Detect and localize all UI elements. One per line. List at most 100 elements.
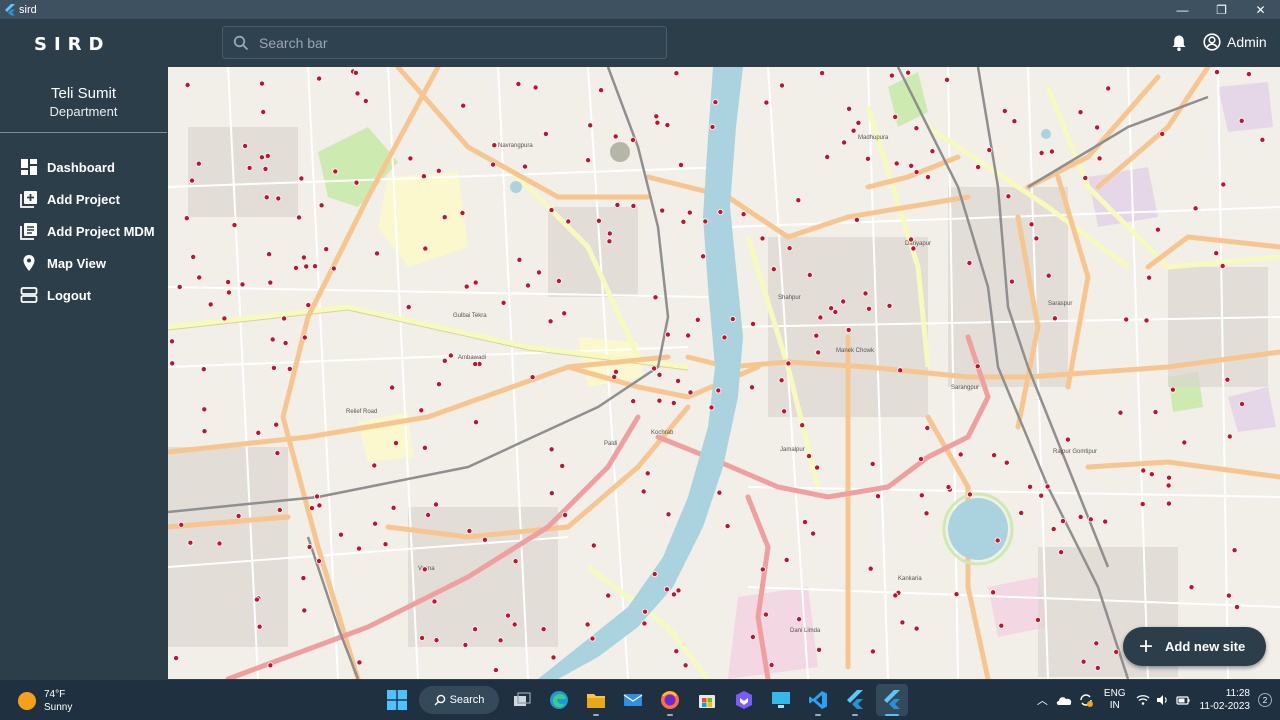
add-new-site-button[interactable]: + Add new site (1123, 627, 1266, 666)
site-marker[interactable] (1239, 400, 1246, 407)
site-marker[interactable] (300, 575, 307, 582)
site-marker[interactable] (176, 283, 183, 290)
sync-icon[interactable] (1078, 692, 1094, 708)
site-marker[interactable] (1226, 433, 1233, 440)
site-marker[interactable] (316, 75, 323, 82)
site-marker[interactable] (1117, 409, 1124, 416)
site-marker[interactable] (1214, 69, 1221, 76)
site-marker[interactable] (606, 230, 613, 237)
site-marker[interactable] (587, 122, 594, 129)
sidebar-item-add-project-mdm[interactable]: Add Project MDM (20, 215, 155, 247)
site-marker[interactable] (207, 301, 214, 308)
site-marker[interactable] (460, 102, 467, 109)
site-marker[interactable] (832, 308, 839, 315)
site-marker[interactable] (481, 536, 488, 543)
site-marker[interactable] (490, 161, 497, 168)
site-marker[interactable] (1245, 71, 1252, 78)
site-marker[interactable] (330, 265, 337, 272)
site-marker[interactable] (1094, 124, 1101, 131)
site-marker[interactable] (512, 558, 519, 565)
site-marker[interactable] (1225, 592, 1232, 599)
site-marker[interactable] (256, 623, 263, 630)
site-marker[interactable] (266, 251, 273, 258)
site-marker[interactable] (1259, 136, 1266, 143)
sidebar-item-dashboard[interactable]: Dashboard (20, 151, 155, 183)
site-marker[interactable] (1123, 316, 1130, 323)
site-marker[interactable] (565, 218, 572, 225)
site-marker[interactable] (1238, 117, 1245, 124)
site-marker[interactable] (432, 501, 439, 508)
site-marker[interactable] (260, 109, 267, 116)
site-marker[interactable] (768, 662, 775, 669)
search-bar[interactable] (222, 26, 667, 59)
site-marker[interactable] (869, 648, 876, 655)
site-marker[interactable] (311, 263, 318, 270)
site-marker[interactable] (221, 315, 228, 322)
site-marker[interactable] (562, 511, 569, 518)
site-marker[interactable] (407, 155, 414, 162)
site-marker[interactable] (274, 450, 281, 457)
site-marker[interactable] (1035, 616, 1042, 623)
site-marker[interactable] (354, 90, 361, 97)
site-marker[interactable] (1188, 584, 1195, 591)
site-marker[interactable] (749, 384, 756, 391)
site-marker[interactable] (301, 334, 308, 341)
site-marker[interactable] (1096, 155, 1103, 162)
site-marker[interactable] (779, 82, 786, 89)
map-canvas[interactable]: Gulbai Tekra Ambawadi Paldi Kochrab Jama… (168, 67, 1280, 679)
mail-icon[interactable] (617, 684, 649, 716)
site-marker[interactable] (802, 519, 809, 526)
onedrive-icon[interactable] (1056, 694, 1072, 706)
site-marker[interactable] (611, 373, 618, 380)
site-marker[interactable] (908, 236, 915, 243)
site-marker[interactable] (353, 179, 360, 186)
sidebar-item-add-project[interactable]: Add Project (20, 183, 155, 215)
site-marker[interactable] (630, 398, 637, 405)
site-marker[interactable] (654, 119, 661, 126)
site-marker[interactable] (548, 446, 555, 453)
site-marker[interactable] (1028, 221, 1035, 228)
site-marker[interactable] (1044, 483, 1051, 490)
site-marker[interactable] (392, 440, 399, 447)
site-marker[interactable] (673, 648, 680, 655)
site-marker[interactable] (472, 626, 479, 633)
site-marker[interactable] (255, 429, 262, 436)
site-marker[interactable] (944, 76, 951, 83)
site-marker[interactable] (258, 154, 265, 161)
site-marker[interactable] (759, 566, 766, 573)
site-marker[interactable] (196, 274, 203, 281)
site-marker[interactable] (301, 607, 308, 614)
site-marker[interactable] (629, 137, 636, 144)
site-marker[interactable] (677, 161, 684, 168)
site-marker[interactable] (644, 470, 651, 477)
site-marker[interactable] (540, 626, 547, 633)
site-marker[interactable] (270, 364, 277, 371)
site-marker[interactable] (991, 452, 998, 459)
flutter-app-icon[interactable] (839, 684, 871, 716)
site-marker[interactable] (845, 326, 852, 333)
close-button[interactable]: ✕ (1241, 0, 1280, 19)
site-marker[interactable] (462, 641, 469, 648)
site-marker[interactable] (659, 207, 666, 214)
site-marker[interactable] (235, 512, 242, 519)
site-marker[interactable] (308, 505, 315, 512)
site-marker[interactable] (253, 596, 260, 603)
site-marker[interactable] (1050, 526, 1057, 533)
site-marker[interactable] (824, 154, 831, 161)
site-marker[interactable] (1152, 409, 1159, 416)
firefox-icon[interactable] (654, 684, 686, 716)
site-marker[interactable] (239, 281, 246, 288)
site-marker[interactable] (708, 404, 715, 411)
site-marker[interactable] (263, 194, 270, 201)
site-marker[interactable] (702, 218, 709, 225)
site-marker[interactable] (169, 338, 175, 345)
site-marker[interactable] (1087, 516, 1094, 523)
site-marker[interactable] (763, 99, 770, 106)
site-marker[interactable] (606, 238, 613, 245)
site-marker[interactable] (389, 384, 396, 391)
site-marker[interactable] (1093, 640, 1100, 647)
site-marker[interactable] (1094, 664, 1101, 671)
clock[interactable]: 11:28 11-02-2023 (1200, 687, 1250, 713)
visual-studio-icon[interactable] (728, 684, 760, 716)
site-marker[interactable] (390, 504, 397, 511)
